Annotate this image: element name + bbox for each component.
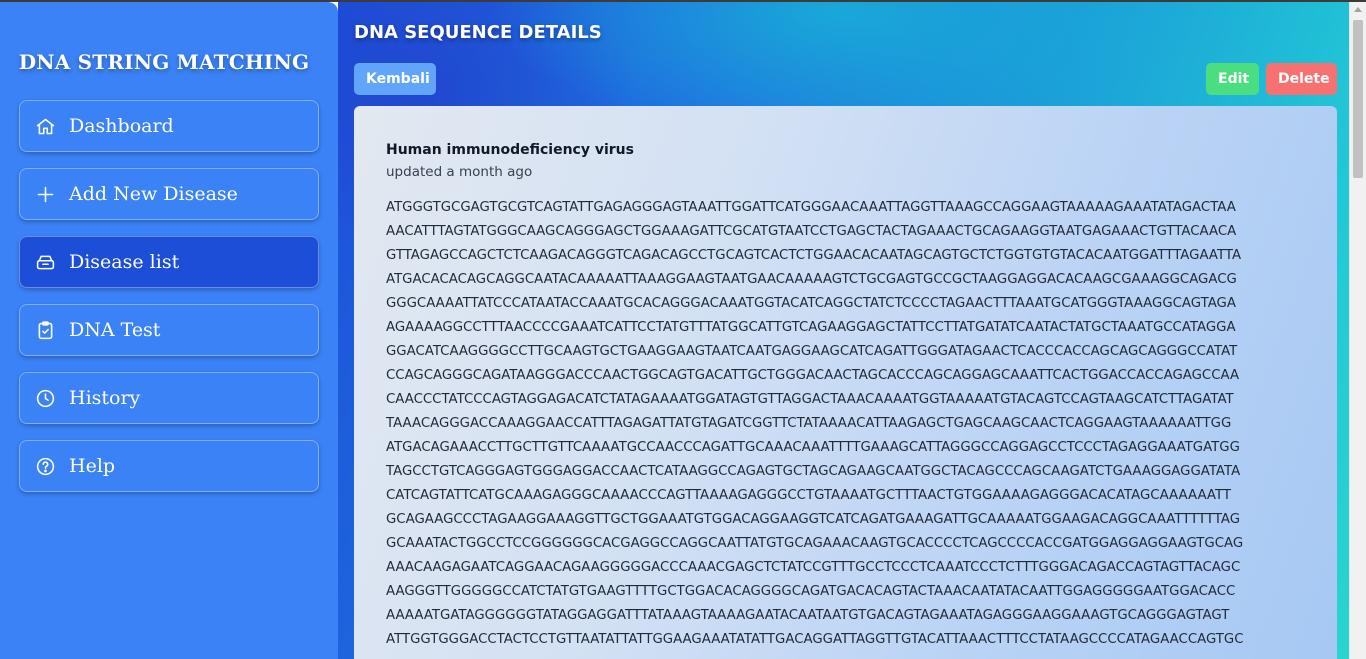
sidebar-item-history[interactable]: History [19,372,319,424]
scrollbar-thumb[interactable] [1353,20,1363,178]
main-content: DNA SEQUENCE DETAILS Kembali Edit Delete… [338,2,1349,659]
page-title: DNA SEQUENCE DETAILS [354,22,602,43]
clock-icon [34,387,56,409]
sequence-line: AAGGGTTGGGGGCCATCTATGTGAAGTTTTGCTGGACACA… [386,584,1236,599]
sequence-line: TAGCCTGTCAGGGAGTGGGAGGACCAACTCATAAGGCCAG… [386,464,1241,479]
sidebar-item-label: Add New Disease [69,183,238,205]
plus-icon [34,183,56,205]
sequence-line: TAAACAGGGACCAAAGGAACCATTTAGAGATTATGTAGAT… [386,416,1232,431]
sidebar-item-dna-test[interactable]: DNA Test [19,304,319,356]
archive-icon [34,251,56,273]
sequence-line: ATGACACACAGCAGGCAATACAAAAATTAAAGGAAGTAAT… [386,272,1237,287]
dna-sequence: ATGGGTGCGAGTGCGTCAGTATTGAGAGGGAGTAAATTGG… [386,196,1305,652]
sequence-line: ATTGGTGGGACCTACTCCTGTTAATATTATTGGAAGAAAT… [386,632,1244,647]
sidebar-item-dashboard[interactable]: Dashboard [19,100,319,152]
sequence-detail-card: Human immunodeficiency virus updated a m… [354,106,1337,659]
sidebar-nav: Dashboard Add New Disease Disease list D… [0,100,338,492]
back-button[interactable]: Kembali [354,63,436,95]
delete-button[interactable]: Delete [1266,63,1337,95]
sequence-line: CCAGCAGGGCAGATAAGGGACCCAACTGGCAGTGACATTG… [386,368,1240,383]
home-icon [34,115,56,137]
sidebar-item-disease-list[interactable]: Disease list [19,236,319,288]
sequence-line: GCAAATACTGGCCTCCGGGGGGCACGAGGCCAGGCAATTA… [386,536,1244,551]
sequence-line: GCAGAAGCCCTAGAAGGAAAGGTTGCTGGAAATGTGGACA… [386,512,1241,527]
sequence-line: GTTAGAGCCAGCTCTCAAGACAGGGTCAGACAGCCTGCAG… [386,248,1242,263]
sequence-line: GGACATCAAGGGGCCTTGCAAGTGCTGAAGGAAGTAATCA… [386,344,1238,359]
scroll-up-arrow-icon[interactable] [1354,7,1362,12]
sequence-line: AAACAAGAGAATCAGGAACAGAAGGGGGACCCAAACGAGC… [386,560,1241,575]
sequence-line: ATGACAGAAACCTTGCTTGTTCAAAATGCCAACCCAGATT… [386,440,1240,455]
sidebar-item-label: Help [69,455,116,477]
app-brand: DNA STRING MATCHING [18,50,310,74]
updated-timestamp: updated a month ago [386,164,533,180]
disease-name: Human immunodeficiency virus [386,142,634,158]
help-circle-icon [34,455,56,477]
sequence-line: CATCAGTATTCATGCAAAGAGGGCAAAACCCAGTTAAAAG… [386,488,1231,503]
sidebar-item-label: Disease list [69,251,180,273]
sidebar-item-label: DNA Test [69,319,161,341]
edit-button[interactable]: Edit [1206,63,1259,95]
sidebar: DNA STRING MATCHING Dashboard Add New Di… [0,2,338,659]
sequence-line: GGGCAAAATTATCCCATAATACCAAATGCACAGGGACAAA… [386,296,1236,311]
sidebar-item-label: History [69,387,141,409]
sequence-line: ATGGGTGCGAGTGCGTCAGTATTGAGAGGGAGTAAATTGG… [386,200,1236,215]
sidebar-item-add-new-disease[interactable]: Add New Disease [19,168,319,220]
sidebar-item-help[interactable]: Help [19,440,319,492]
sidebar-item-label: Dashboard [69,115,174,137]
sequence-line: AAAAATGATAGGGGGGTATAGGAGGATTTATAAAGTAAAA… [386,608,1230,623]
sequence-line: AGAAAAGGCCTTTAACCCCGAAATCATTCCTATGTTTATG… [386,320,1236,335]
page-scrollbar[interactable] [1349,2,1366,659]
clipboard-check-icon [34,319,56,341]
sequence-line: AACATTTAGTATGGGCAAGCAGGGAGCTGGAAAGATTCGC… [386,224,1237,239]
sequence-line: CAACCCTATCCCAGTAGGAGACATCTATAGAAAATGGATA… [386,392,1234,407]
